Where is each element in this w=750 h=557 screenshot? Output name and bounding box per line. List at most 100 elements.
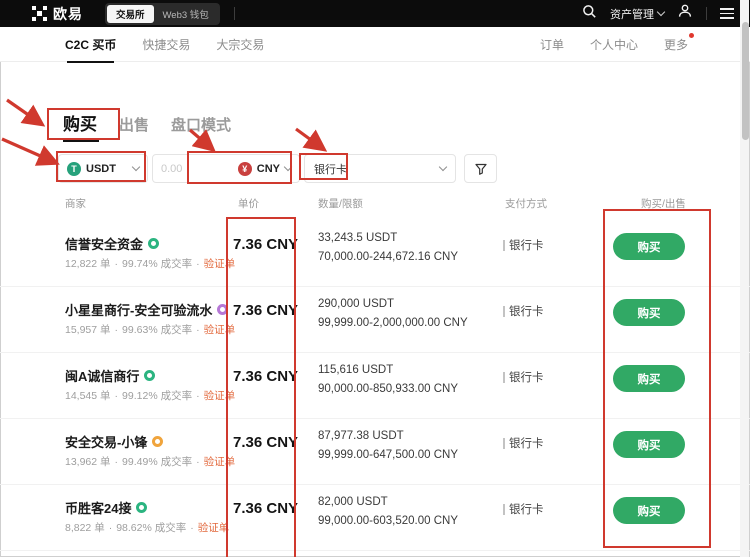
merchant-name[interactable]: 安全交易-小锋 [65, 432, 163, 451]
merchant-badge-icon [152, 436, 163, 447]
col-price: 单价 [238, 196, 259, 211]
okx-logo-icon [32, 6, 47, 21]
col-buy-sell: 购买/出售 [641, 196, 686, 211]
buy-button[interactable]: 购买 [613, 365, 685, 392]
payment-method-value: 银行卡 [314, 161, 347, 177]
unit-price: 7.36 CNY [233, 302, 298, 319]
nav-more[interactable]: 更多 [664, 36, 688, 53]
topbar-divider [234, 7, 235, 20]
unit-price: 7.36 CNY [233, 236, 298, 253]
nav-profile-center[interactable]: 个人中心 [590, 36, 638, 53]
tether-icon: T [67, 162, 81, 176]
table-row: 闽A诚信商行 14,545 单·99.12% 成交率·验证单 7.36 CNY … [0, 353, 750, 419]
order-limit: 99,000.00-603,520.00 CNY [318, 515, 458, 527]
filter-button[interactable] [464, 154, 497, 183]
merchant-stats: 14,545 单·99.12% 成交率·验证单 [65, 388, 235, 403]
scrollbar-thumb[interactable] [742, 22, 749, 140]
payment-method: 银行卡 [503, 369, 544, 385]
unit-price: 7.36 CNY [233, 500, 298, 517]
merchant-name-label: 安全交易-小锋 [65, 432, 147, 451]
payment-method: 银行卡 [503, 501, 544, 517]
payment-method: 银行卡 [503, 435, 544, 451]
merchant-name-label: 币胜客24接 [65, 498, 131, 517]
payment-color-bar [503, 240, 505, 251]
payment-color-bar [503, 306, 505, 317]
unit-price: 7.36 CNY [233, 368, 298, 385]
okx-c2c-page: 欧易 交易所 Web3 钱包 资产管理 C2C 买币 快捷交易 [0, 0, 750, 557]
merchant-name[interactable]: 小星星商行-安全可验流水 [65, 300, 228, 319]
merchant-name[interactable]: 币胜客24接 [65, 498, 147, 517]
merchant-badge-icon [217, 304, 228, 315]
verified-tag: 验证单 [204, 258, 236, 270]
unit-price: 7.36 CNY [233, 434, 298, 451]
active-tab-underline [63, 138, 99, 142]
secondary-nav: C2C 买币 快捷交易 大宗交易 订单 个人中心 更多 [0, 27, 750, 62]
nav-more-label: 更多 [664, 38, 688, 52]
merchant-name[interactable]: 信誉安全资金 [65, 234, 159, 253]
payment-method-select[interactable]: 银行卡 [304, 154, 456, 183]
nav-orders[interactable]: 订单 [540, 36, 564, 53]
verified-tag: 验证单 [198, 522, 230, 534]
search-icon[interactable] [582, 4, 597, 24]
merchant-name[interactable]: 闽A诚信商行 [65, 366, 155, 385]
chevron-down-icon [439, 163, 447, 171]
topbar-divider [706, 7, 707, 20]
table-row: 币胜客24接 8,822 单·98.62% 成交率·验证单 7.36 CNY 8… [0, 485, 750, 551]
merchant-name-label: 小星星商行-安全可验流水 [65, 300, 212, 319]
tab-buy[interactable]: 购买 [63, 110, 97, 135]
tab-exchange[interactable]: 交易所 [107, 5, 154, 23]
arrow-to-bank-card [296, 129, 322, 148]
available-amount: 33,243.5 USDT [318, 232, 397, 244]
available-amount: 115,616 USDT [318, 364, 393, 376]
buy-button[interactable]: 购买 [613, 299, 685, 326]
table-row: 安全交易-小锋 13,962 单·99.49% 成交率·验证单 7.36 CNY… [0, 419, 750, 485]
merchant-name-label: 信誉安全资金 [65, 234, 143, 253]
amount-input[interactable]: 0.00 ¥ CNY [152, 154, 300, 183]
asset-management-label: 资产管理 [610, 6, 654, 22]
tab-sell[interactable]: 出售 [119, 114, 149, 135]
crypto-select[interactable]: T USDT [58, 154, 148, 183]
chevron-down-icon [657, 8, 665, 16]
payment-method: 银行卡 [503, 303, 544, 319]
merchant-name-label: 闽A诚信商行 [65, 366, 139, 385]
payment-color-bar [503, 438, 505, 449]
payment-method: 银行卡 [503, 237, 544, 253]
chevron-down-icon [132, 163, 140, 171]
col-amount-limit: 数量/限额 [318, 196, 363, 211]
funnel-icon [474, 162, 488, 176]
table-row: 信誉安全资金 12,822 单·99.74% 成交率·验证单 7.36 CNY … [0, 221, 750, 287]
table-row: 小星星商行-安全可验流水 15,957 单·99.63% 成交率·验证单 7.3… [0, 287, 750, 353]
available-amount: 290,000 USDT [318, 298, 394, 310]
table-header: 商家 单价 数量/限额 支付方式 购买/出售 [0, 196, 750, 221]
tab-orderbook-mode[interactable]: 盘口模式 [171, 114, 231, 135]
menu-icon[interactable] [720, 8, 734, 19]
merchant-stats: 12,822 单·99.74% 成交率·验证单 [65, 256, 235, 271]
nav-quick-trade[interactable]: 快捷交易 [142, 36, 190, 53]
merchant-badge-icon [144, 370, 155, 381]
amount-placeholder: 0.00 [161, 163, 182, 175]
okx-logo-text: 欧易 [53, 4, 83, 24]
cny-icon: ¥ [238, 162, 252, 176]
trade-mode-tabs: 购买 出售 盘口模式 [63, 110, 231, 135]
fiat-select[interactable]: ¥ CNY [238, 162, 291, 176]
tab-web3-wallet[interactable]: Web3 钱包 [154, 5, 218, 23]
merchant-stats: 8,822 单·98.62% 成交率·验证单 [65, 520, 229, 535]
buy-button[interactable]: 购买 [613, 233, 685, 260]
buy-button[interactable]: 购买 [613, 497, 685, 524]
buy-button[interactable]: 购买 [613, 431, 685, 458]
merchant-stats: 15,957 单·99.63% 成交率·验证单 [65, 322, 235, 337]
order-limit: 99,999.00-2,000,000.00 CNY [318, 317, 468, 329]
okx-logo[interactable]: 欧易 [32, 4, 83, 24]
merchant-stats: 13,962 单·99.49% 成交率·验证单 [65, 454, 235, 469]
notification-dot [689, 33, 694, 38]
asset-management-menu[interactable]: 资产管理 [610, 6, 664, 22]
verified-tag: 验证单 [204, 324, 236, 336]
nav-block-trade[interactable]: 大宗交易 [216, 36, 264, 53]
order-limit: 99,999.00-647,500.00 CNY [318, 449, 458, 461]
col-merchant: 商家 [65, 196, 86, 211]
fiat-select-value: CNY [257, 163, 280, 175]
user-icon[interactable] [677, 3, 693, 24]
arrow-to-buy-tab [7, 100, 40, 123]
col-payment: 支付方式 [505, 196, 547, 211]
nav-c2c-buy[interactable]: C2C 买币 [65, 36, 116, 53]
